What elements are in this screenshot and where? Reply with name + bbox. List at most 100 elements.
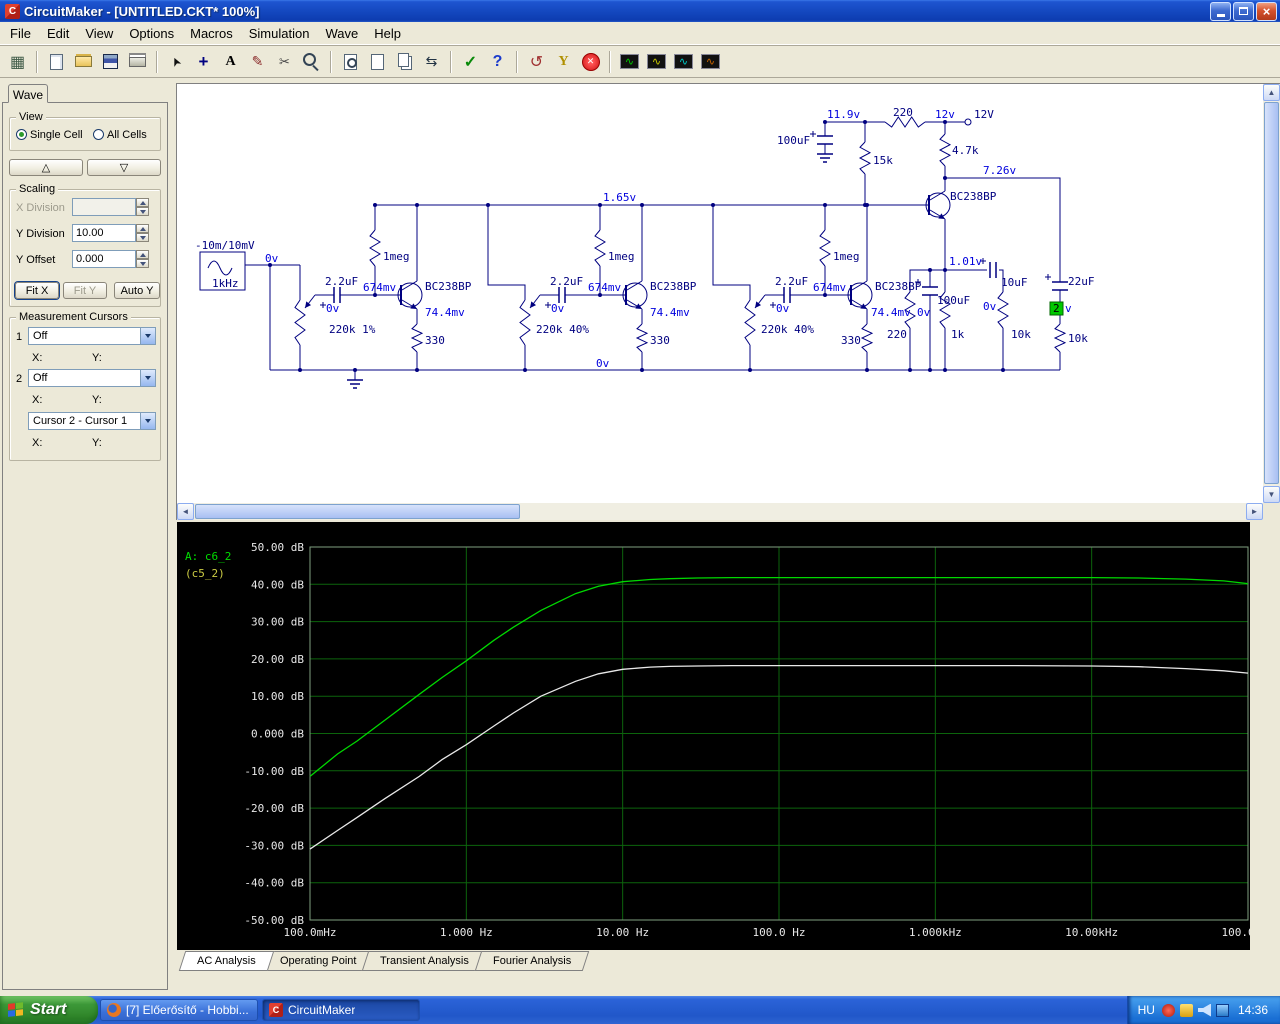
text-button[interactable] bbox=[218, 49, 243, 74]
resistor[interactable] bbox=[369, 229, 381, 267]
fit-y-button[interactable]: Fit Y bbox=[63, 282, 107, 299]
spin-up-icon[interactable] bbox=[136, 198, 149, 207]
spin-up-icon[interactable] bbox=[136, 250, 149, 259]
menu-macros[interactable]: Macros bbox=[182, 23, 241, 44]
vertical-scroll-thumb[interactable] bbox=[1264, 102, 1279, 484]
prev-cell-button[interactable]: △ bbox=[9, 159, 83, 176]
scope-1-button[interactable] bbox=[617, 49, 642, 74]
auto-y-button[interactable]: Auto Y bbox=[114, 282, 160, 299]
save-button[interactable] bbox=[98, 49, 123, 74]
resistor[interactable] bbox=[594, 229, 606, 267]
ground-symbol[interactable] bbox=[347, 379, 363, 389]
new-button[interactable] bbox=[44, 49, 69, 74]
horizontal-scrollbar[interactable]: ◄ ► bbox=[177, 503, 1263, 520]
vertical-scrollbar[interactable]: ▲ ▼ bbox=[1263, 84, 1280, 503]
y-division-spinner[interactable] bbox=[136, 224, 149, 242]
stop-button[interactable] bbox=[578, 49, 603, 74]
task-button-browser[interactable]: [7] Előerősítő - Hobbi... bbox=[100, 999, 258, 1021]
schematic-canvas[interactable]: -10m/10mV 1kHz 0v 2.2uF 674mv 0v 220k 1% 1meg BC… bbox=[177, 84, 1263, 503]
capacitor[interactable] bbox=[922, 286, 938, 296]
chevron-down-icon[interactable] bbox=[140, 370, 155, 386]
cursor-diff-select[interactable]: Cursor 2 - Cursor 1 bbox=[28, 412, 156, 430]
ground-symbol[interactable] bbox=[817, 153, 833, 163]
resistor[interactable] bbox=[1053, 323, 1067, 353]
resistor[interactable] bbox=[744, 299, 756, 346]
split-button[interactable] bbox=[419, 49, 444, 74]
capacitor[interactable] bbox=[333, 287, 341, 303]
fit-x-button[interactable]: Fit X bbox=[15, 282, 59, 299]
menu-wave[interactable]: Wave bbox=[317, 23, 366, 44]
chevron-down-icon[interactable] bbox=[140, 328, 155, 344]
menu-view[interactable]: View bbox=[77, 23, 121, 44]
chevron-down-icon[interactable] bbox=[140, 413, 155, 429]
next-cell-button[interactable]: ▽ bbox=[87, 159, 161, 176]
print-button[interactable] bbox=[125, 49, 150, 74]
cursor1-select[interactable]: Off bbox=[28, 327, 156, 345]
menu-options[interactable]: Options bbox=[121, 23, 182, 44]
resistor[interactable] bbox=[635, 323, 649, 353]
y-offset-input[interactable] bbox=[72, 250, 136, 268]
antivirus-icon[interactable] bbox=[1161, 1003, 1175, 1017]
pages-button[interactable] bbox=[392, 49, 417, 74]
resistor[interactable] bbox=[858, 141, 872, 175]
task-button-circuitmaker[interactable]: C CircuitMaker bbox=[262, 999, 420, 1021]
potentiometer-wiper[interactable] bbox=[304, 294, 316, 309]
tab-transient-analysis[interactable]: Transient Analysis bbox=[361, 951, 488, 971]
x-division-spinner[interactable] bbox=[136, 198, 149, 216]
potentiometer-wiper[interactable] bbox=[529, 294, 541, 309]
wave-tab[interactable]: Wave bbox=[8, 84, 48, 103]
resistor[interactable] bbox=[519, 299, 531, 346]
resistor[interactable] bbox=[294, 299, 306, 346]
resistor[interactable] bbox=[819, 229, 831, 267]
menu-help[interactable]: Help bbox=[366, 23, 409, 44]
spin-down-icon[interactable] bbox=[136, 207, 149, 216]
scroll-left-icon[interactable]: ◄ bbox=[177, 503, 194, 520]
potentiometer-wiper[interactable] bbox=[754, 294, 766, 309]
waveform-plot[interactable]: 50.00 dB 40.00 dB 30.00 dB 20.00 dB 10.00 dB… bbox=[177, 522, 1250, 950]
capacitor[interactable] bbox=[1052, 281, 1068, 291]
scroll-right-icon[interactable]: ► bbox=[1246, 503, 1263, 520]
volume-icon[interactable] bbox=[1197, 1003, 1211, 1017]
spin-down-icon[interactable] bbox=[136, 259, 149, 268]
updates-icon[interactable] bbox=[1179, 1003, 1193, 1017]
scroll-down-icon[interactable]: ▼ bbox=[1263, 486, 1280, 503]
tab-operating-point[interactable]: Operating Point bbox=[261, 951, 375, 971]
chip-button[interactable] bbox=[5, 49, 30, 74]
wire-button[interactable] bbox=[191, 49, 216, 74]
help-button[interactable] bbox=[485, 49, 510, 74]
resistor[interactable] bbox=[860, 323, 874, 353]
maximize-button[interactable] bbox=[1233, 1, 1254, 21]
probe-button[interactable] bbox=[245, 49, 270, 74]
scroll-up-icon[interactable]: ▲ bbox=[1263, 84, 1280, 101]
trace-y-button[interactable] bbox=[551, 49, 576, 74]
capacitor[interactable] bbox=[558, 287, 566, 303]
capacitor[interactable] bbox=[989, 262, 997, 278]
supply-terminal[interactable] bbox=[964, 118, 972, 126]
scope-2-button[interactable] bbox=[644, 49, 669, 74]
spin-up-icon[interactable] bbox=[136, 224, 149, 233]
all-cells-radio[interactable] bbox=[93, 129, 104, 140]
tab-ac-analysis[interactable]: AC Analysis bbox=[178, 951, 274, 971]
tab-fourier-analysis[interactable]: Fourier Analysis bbox=[474, 951, 590, 971]
y-offset-spinner[interactable] bbox=[136, 250, 149, 268]
start-button[interactable]: Start bbox=[0, 996, 98, 1024]
single-cell-radio[interactable] bbox=[16, 129, 27, 140]
display-icon[interactable] bbox=[1215, 1003, 1229, 1017]
scope-4-button[interactable] bbox=[698, 49, 723, 74]
capacitor[interactable] bbox=[783, 287, 791, 303]
resistor[interactable] bbox=[938, 133, 952, 167]
spin-down-icon[interactable] bbox=[136, 233, 149, 242]
transistor[interactable] bbox=[397, 280, 423, 310]
menu-file[interactable]: File bbox=[2, 23, 39, 44]
delete-button[interactable] bbox=[272, 49, 297, 74]
y-division-input[interactable] bbox=[72, 224, 136, 242]
resistor[interactable] bbox=[997, 291, 1009, 329]
transistor[interactable] bbox=[847, 280, 873, 310]
resistor[interactable] bbox=[410, 323, 424, 353]
titlebar[interactable]: C CircuitMaker - [UNTITLED.CKT* 100%] × bbox=[0, 0, 1280, 22]
zoom-button[interactable] bbox=[299, 49, 324, 74]
zoom-page-button[interactable] bbox=[338, 49, 363, 74]
x-division-input[interactable] bbox=[72, 198, 136, 216]
menu-simulation[interactable]: Simulation bbox=[241, 23, 318, 44]
page-button[interactable] bbox=[365, 49, 390, 74]
